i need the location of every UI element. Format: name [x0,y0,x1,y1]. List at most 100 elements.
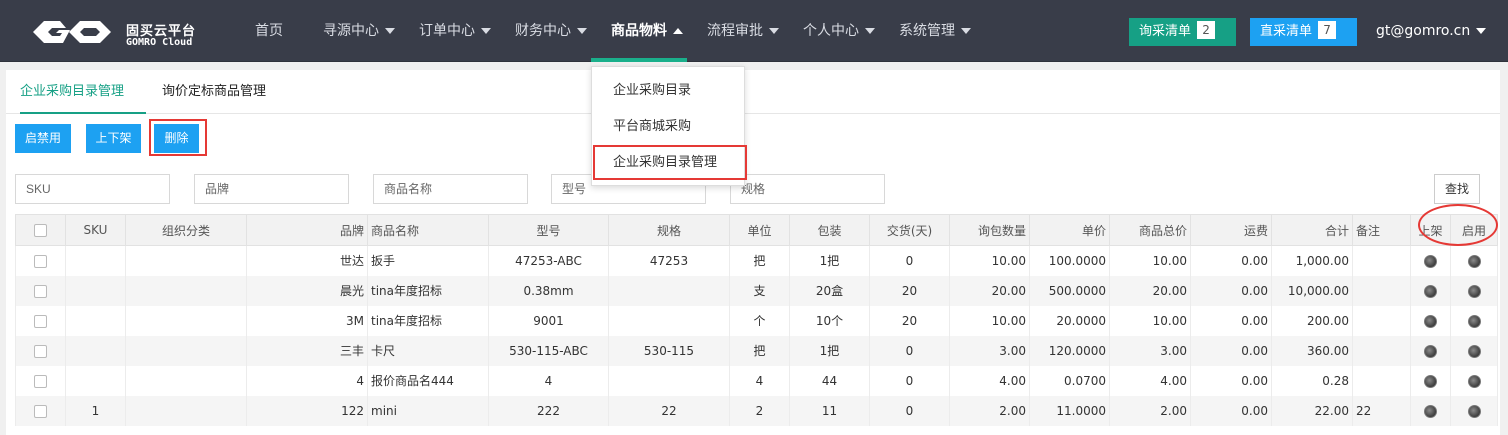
enabled-status-cell [1450,395,1498,426]
pack-cell: 1把 [789,245,870,276]
delivery-days-cell: 20 [869,305,950,336]
enabled-radio[interactable] [1467,374,1481,388]
enabled-radio[interactable] [1467,344,1481,358]
sku-cell [65,305,126,336]
enabled-radio[interactable] [1467,284,1481,298]
remark-cell [1352,275,1411,306]
spec-cell [608,305,730,336]
highlight-box [593,145,747,180]
org-category-cell [125,305,247,336]
row-checkbox[interactable] [34,374,47,388]
enabled-radio[interactable] [1467,254,1481,268]
nav-item-finance[interactable]: 财务中心 [515,0,587,62]
spec-filter-input[interactable] [730,174,885,204]
table-row[interactable]: 世达 扳手 47253-ABC 47253 把 1把 0 10.00 100.0… [15,245,1498,276]
row-checkbox[interactable] [34,254,47,268]
table-row[interactable]: 3M tina年度招标 9001 个 10个 20 10.00 20.0000 … [15,305,1498,336]
nav-item-system[interactable]: 系统管理 [899,0,971,62]
table-header-row: SKU 组织分类 品牌 商品名称 型号 规格 单位 包装 交货(天) 询包数量 … [15,214,1498,246]
shelf-radio[interactable] [1424,344,1437,358]
enabled-radio[interactable] [1467,314,1481,328]
brand-cell: 3M [246,305,368,336]
caret-down-icon [769,28,779,34]
enable-disable-button[interactable]: 启禁用 [15,124,71,153]
caret-down-icon [1476,28,1487,34]
shelf-radio[interactable] [1424,374,1437,388]
nav-item-label: 商品物料 [611,23,667,39]
column-header: 商品名称 [367,214,489,246]
find-button[interactable]: 查找 [1434,174,1480,204]
gomro-logo-icon[interactable] [30,18,114,46]
goods-total-cell: 4.00 [1109,365,1191,396]
shelf-radio[interactable] [1424,314,1437,328]
row-checkbox[interactable] [34,284,47,298]
column-header: 品牌 [246,214,368,246]
shelf-radio[interactable] [1424,284,1437,298]
pack-cell: 1把 [789,335,870,366]
shelf-radio[interactable] [1424,254,1437,268]
top-navbar: 固买云平台 GOMRO Cloud 首页 寻源中心 订单中心 财务中心 商品物料… [0,0,1508,62]
sku-cell [65,275,126,306]
product-name-cell: mini [367,395,489,426]
unit-price-cell: 120.0000 [1029,335,1110,366]
brand-cell: 三丰 [246,335,368,366]
delivery-days-cell: 20 [869,275,950,306]
row-checkbox[interactable] [34,344,47,358]
spec-cell: 47253 [608,245,730,276]
shelf-status-cell [1410,275,1451,306]
table-row[interactable]: 三丰 卡尺 530-115-ABC 530-115 把 1把 0 3.00 12… [15,335,1498,366]
caret-down-icon [961,28,971,34]
brand-cell: 4 [246,365,368,396]
product-name-cell: 报价商品名444 [367,365,489,396]
tab-bid-product-management[interactable]: 询价定标商品管理 [162,70,292,114]
model-cell: 0.38mm [488,275,609,306]
enabled-status-cell [1450,365,1498,396]
nav-item-home[interactable]: 首页 [255,0,283,62]
highlight-box [149,119,207,156]
column-header: 交货(天) [869,214,950,246]
tab-catalog-management[interactable]: 企业采购目录管理 [20,70,146,114]
menu-item-platform-mall[interactable]: 平台商城采购 [592,109,744,145]
enabled-radio[interactable] [1467,404,1481,418]
delivery-days-cell: 0 [869,365,950,396]
direct-list-button[interactable]: 直采清单 7 [1250,18,1357,46]
shelve-toggle-button[interactable]: 上下架 [86,124,141,153]
unit-cell: 4 [729,365,790,396]
caret-down-icon [481,28,491,34]
row-checkbox[interactable] [34,314,47,328]
select-all-checkbox[interactable] [34,224,47,237]
goods-total-cell: 10.00 [1109,305,1191,336]
sku-filter-input[interactable] [15,174,170,204]
pack-cell: 44 [789,365,870,396]
shelf-status-cell [1410,245,1451,276]
shelf-radio[interactable] [1424,404,1437,418]
nav-item-products[interactable]: 商品物料 [611,0,683,62]
unit-price-cell: 100.0000 [1029,245,1110,276]
row-checkbox[interactable] [34,404,47,418]
spec-cell: 530-115 [608,335,730,366]
unit-cell: 把 [729,335,790,366]
delivery-days-cell: 0 [869,245,950,276]
inquiry-count-badge: 2 [1197,21,1216,39]
product-name-filter-input[interactable] [373,174,528,204]
nav-item-orders[interactable]: 订单中心 [419,0,491,62]
goods-total-cell: 10.00 [1109,245,1191,276]
inquiry-list-button[interactable]: 询采清单 2 [1129,18,1236,46]
model-cell: 4 [488,365,609,396]
table-row[interactable]: 4 报价商品名444 4 4 44 0 4.00 0.0700 4.00 0.0… [15,365,1498,396]
menu-item-catalog[interactable]: 企业采购目录 [592,73,744,109]
nav-item-approval[interactable]: 流程审批 [707,0,779,62]
table-row[interactable]: 晨光 tina年度招标 0.38mm 支 20盒 20 20.00 500.00… [15,275,1498,306]
nav-item-sourcing[interactable]: 寻源中心 [323,0,395,62]
delivery-days-cell: 0 [869,335,950,366]
enabled-status-cell [1450,275,1498,306]
highlight-circle [1418,204,1498,246]
pack-cell: 10个 [789,305,870,336]
brand-filter-input[interactable] [194,174,349,204]
user-menu[interactable]: gt@gomro.cn [1376,0,1487,62]
nav-item-personal[interactable]: 个人中心 [803,0,875,62]
nav-item-label: 系统管理 [899,23,955,39]
quantity-cell: 10.00 [949,305,1030,336]
total-cell: 10,000.00 [1271,275,1353,306]
table-row[interactable]: 1 122 mini 222 22 2 11 0 2.00 11.0000 2.… [15,395,1498,426]
